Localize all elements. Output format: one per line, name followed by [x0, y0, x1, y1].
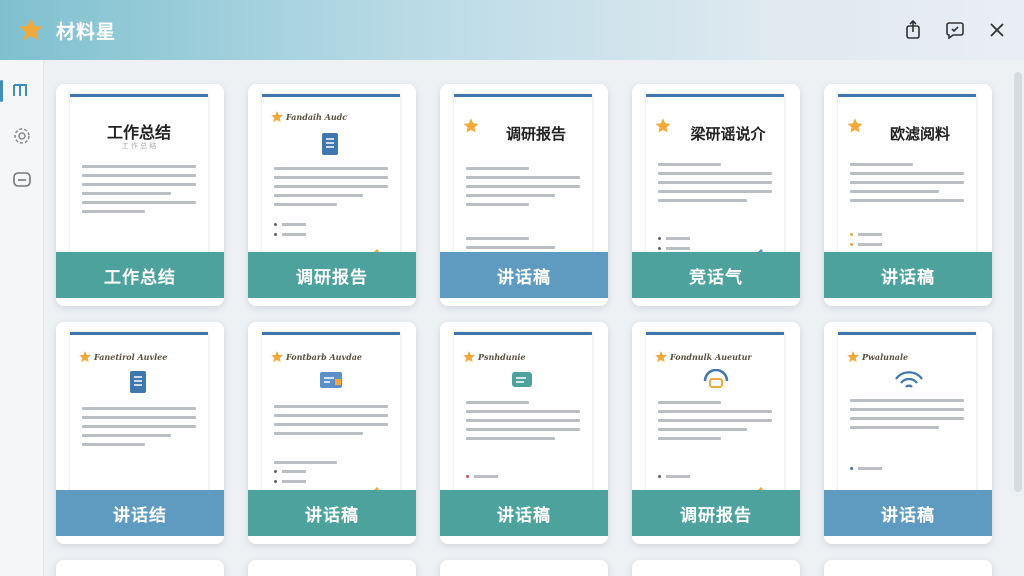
document-icon — [126, 369, 150, 399]
card-label: 讲话稿 — [824, 490, 992, 536]
grid-icon — [13, 84, 27, 96]
template-card[interactable]: 梁研谣说介 竞话气 — [632, 84, 800, 306]
card-label: 讲话稿 — [440, 490, 608, 536]
card-label: 调研报告 — [248, 252, 416, 298]
card-label: 讲话结 — [56, 490, 224, 536]
gear-icon — [14, 128, 30, 144]
template-card[interactable] — [440, 560, 608, 576]
template-card[interactable]: 工作总结 工 作 总 结 工作总结 — [56, 84, 224, 306]
template-card[interactable] — [824, 560, 992, 576]
star-icon — [270, 349, 284, 368]
document-icon — [318, 131, 342, 161]
star-icon — [654, 117, 672, 139]
doc-title: 梁研谣说介 — [690, 125, 766, 143]
doc-brand: Fandaih Audc — [286, 112, 348, 122]
card-label: 讲话稿 — [824, 252, 992, 298]
sidebar-item-messages[interactable] — [0, 162, 44, 198]
card-label: 讲话稿 — [440, 252, 608, 298]
sidebar-item-templates[interactable] — [0, 72, 44, 108]
star-icon — [270, 109, 284, 128]
chat-doc-icon — [510, 369, 536, 397]
template-card[interactable] — [632, 560, 800, 576]
doc-title: 工作总结 — [106, 123, 171, 142]
star-icon — [462, 117, 480, 139]
doc-title: 调研报告 — [505, 125, 566, 143]
doc-brand: Psnhdunie — [478, 352, 526, 362]
template-grid: 工作总结 工 作 总 结 工作总结 Fandaih Audc 调研报告 调研报告… — [44, 60, 1010, 576]
doc-brand: Fontbarb Auvdae — [286, 352, 362, 362]
star-icon — [462, 349, 476, 368]
doc-brand: Pwalunale — [862, 352, 909, 362]
template-card[interactable]: Fondnulk Aueutur 调研报告 — [632, 322, 800, 544]
template-card[interactable]: Fontbarb Auvdae 讲话稿 — [248, 322, 416, 544]
star-icon — [654, 349, 668, 368]
template-card[interactable] — [56, 560, 224, 576]
template-card[interactable]: Pwalunale 讲话稿 — [824, 322, 992, 544]
template-card[interactable]: 调研报告 讲话稿 — [440, 84, 608, 306]
title-bar: 材料星 — [0, 0, 1024, 60]
share-button[interactable] — [900, 15, 926, 45]
template-card[interactable]: Fanetirol Auvlee 讲话结 — [56, 322, 224, 544]
template-card[interactable]: Fandaih Audc 调研报告 — [248, 84, 416, 306]
star-icon — [846, 117, 864, 139]
card-label: 调研报告 — [632, 490, 800, 536]
chat-icon — [13, 172, 31, 187]
data-icon — [702, 368, 730, 395]
sidebar — [0, 60, 44, 576]
share-icon — [906, 20, 920, 39]
template-card[interactable] — [248, 560, 416, 576]
scrollbar[interactable] — [1014, 72, 1022, 492]
card-label: 竞话气 — [632, 252, 800, 298]
template-card[interactable]: 欧滤阅料 讲话稿 — [824, 84, 992, 306]
doc-subtitle: 工 作 总 结 — [121, 142, 157, 150]
template-card[interactable]: Psnhdunie 讲话稿 — [440, 322, 608, 544]
app-title: 材料星 — [56, 20, 117, 43]
close-icon — [990, 23, 1004, 37]
wifi-icon — [894, 369, 924, 395]
doc-brand: Fondnulk Aueutur — [670, 352, 752, 362]
feedback-icon — [946, 22, 964, 39]
star-icon — [78, 349, 92, 368]
feedback-button[interactable] — [942, 15, 968, 45]
card-label: 工作总结 — [56, 252, 224, 298]
doc-brand: Fanetirol Auvlee — [94, 352, 168, 362]
star-icon — [846, 349, 860, 368]
sidebar-item-settings[interactable] — [0, 118, 44, 154]
card-label: 讲话稿 — [248, 490, 416, 536]
doc-title: 欧滤阅料 — [889, 125, 950, 143]
report-icon — [318, 369, 344, 397]
close-button[interactable] — [984, 15, 1010, 45]
star-icon — [16, 15, 46, 45]
